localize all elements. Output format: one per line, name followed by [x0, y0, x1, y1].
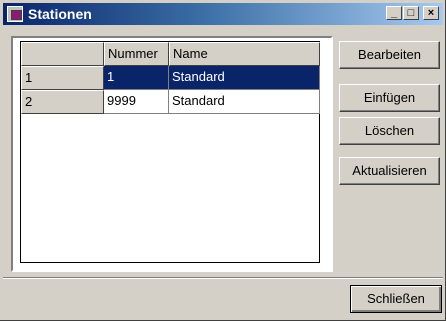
grid-header-row: Nummer Name	[21, 42, 320, 66]
divider	[3, 277, 443, 279]
close-button[interactable]: Schließen	[350, 285, 442, 313]
app-icon[interactable]	[7, 6, 23, 22]
close-window-button[interactable]: ×	[423, 6, 439, 20]
cell-name[interactable]: Standard	[169, 90, 320, 114]
maximize-button[interactable]: □	[403, 6, 419, 20]
window-title: Stationen	[28, 6, 92, 22]
stations-grid-frame: Nummer Name 1 1 Standard 2 9999 Standard	[11, 36, 333, 272]
cell-name[interactable]: Standard	[169, 66, 320, 90]
corner-header[interactable]	[21, 42, 104, 66]
delete-button[interactable]: Löschen	[339, 117, 440, 145]
stations-grid[interactable]: Nummer Name 1 1 Standard 2 9999 Standard	[20, 41, 320, 263]
cell-nummer[interactable]: 1	[104, 66, 169, 90]
refresh-button[interactable]: Aktualisieren	[339, 157, 440, 185]
stationen-window: Stationen _ □ × Nummer Name 1 1 Standard…	[0, 0, 446, 321]
column-header-name[interactable]: Name	[169, 42, 320, 66]
title-bar[interactable]: Stationen _ □ ×	[3, 3, 443, 25]
column-header-nummer[interactable]: Nummer	[104, 42, 169, 66]
row-header[interactable]: 2	[21, 90, 104, 114]
table-row[interactable]: 1 1 Standard	[21, 66, 320, 90]
minimize-button[interactable]: _	[386, 6, 402, 20]
insert-button[interactable]: Einfügen	[339, 84, 440, 112]
row-header[interactable]: 1	[21, 66, 104, 90]
table-row[interactable]: 2 9999 Standard	[21, 90, 320, 114]
cell-nummer[interactable]: 9999	[104, 90, 169, 114]
edit-button[interactable]: Bearbeiten	[339, 41, 440, 69]
